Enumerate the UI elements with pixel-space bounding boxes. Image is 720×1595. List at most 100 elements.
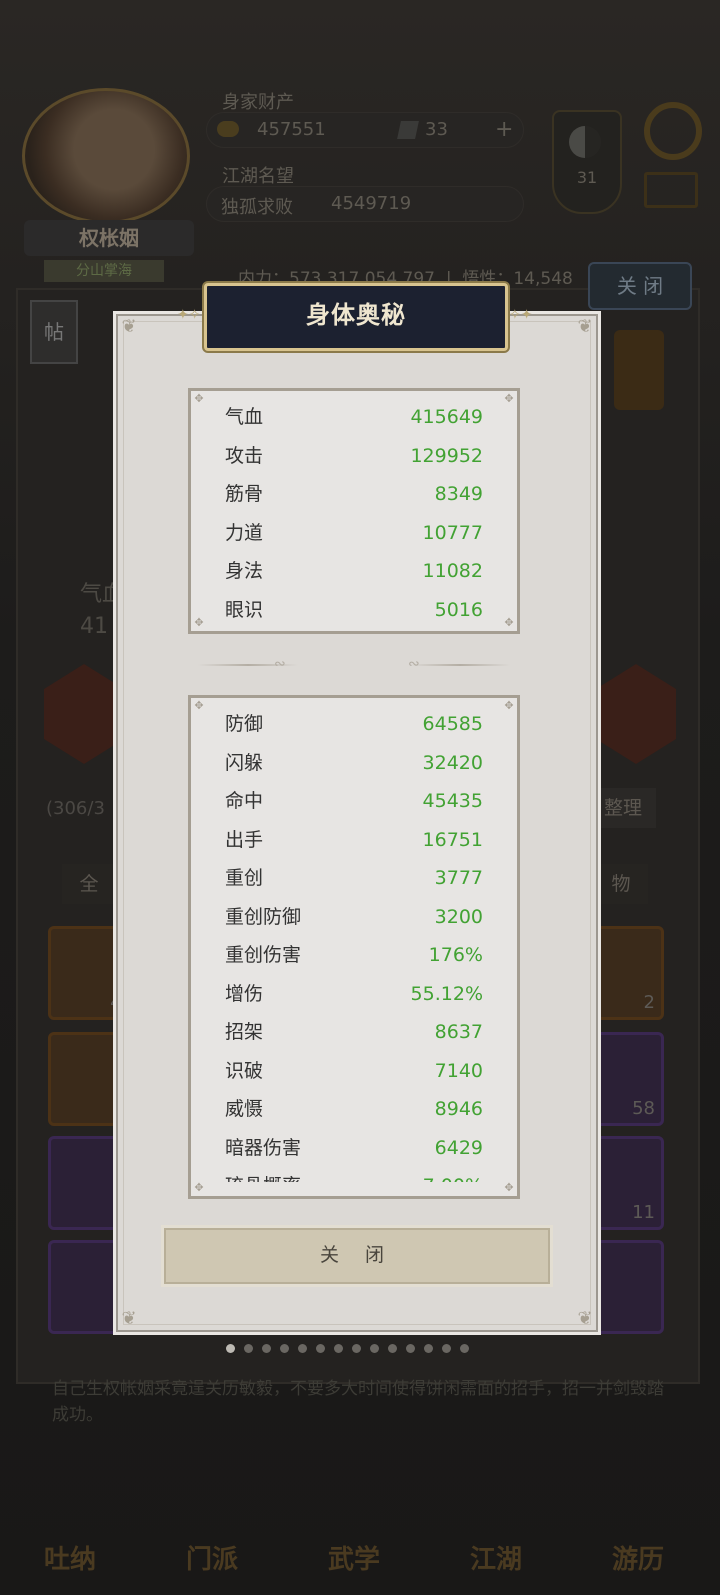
silver-icon (217, 121, 239, 137)
stat-label: 识破 (225, 1059, 264, 1082)
page-dot[interactable] (298, 1344, 307, 1353)
stat-label: 眼识 (225, 598, 264, 621)
page-dot[interactable] (334, 1344, 343, 1353)
stat-value: 11082 (422, 560, 483, 582)
stat-row: 身法 11082 (225, 552, 483, 590)
corner-ornament: ❦ (577, 316, 593, 337)
filter-all-tab[interactable]: 全 (62, 864, 116, 904)
stat-value: 32420 (422, 751, 483, 774)
stat-row: 重创 3777 (225, 859, 483, 897)
stat-row: 命中 45435 (225, 782, 483, 820)
divider-ornament: ∾ (274, 656, 286, 672)
corner-ornament: ❦ (121, 1308, 137, 1329)
stat-label: 出手 (225, 828, 264, 851)
primary-stats-box: ✥ ✥ ✥ ✥ 气血 415649 攻击 129952 筋骨 8349 力道 10777 身法 1… (188, 388, 520, 634)
stat-value: 7.00% (423, 1167, 483, 1182)
dialog-title: 身体奥秘 (306, 301, 406, 329)
page-dot[interactable] (460, 1344, 469, 1353)
close-top-button[interactable]: 关 闭 (588, 262, 692, 310)
box-corner: ✥ (504, 392, 514, 405)
nav-menpai[interactable]: 门派 (162, 1462, 262, 1582)
page-dot[interactable] (442, 1344, 451, 1353)
page-dot[interactable] (280, 1344, 289, 1353)
page-dot[interactable] (262, 1344, 271, 1353)
stat-row: 力道 10777 (225, 514, 483, 552)
stat-value: 176% (428, 944, 483, 966)
player-avatar[interactable] (22, 88, 190, 224)
stat-row: 重创伤害 176% (225, 936, 483, 974)
stat-value: 6429 (434, 1136, 483, 1159)
page-dot[interactable] (370, 1344, 379, 1353)
stat-label: 重创 (225, 867, 264, 889)
page-dot[interactable] (424, 1344, 433, 1353)
page-indicator (226, 1338, 496, 1353)
page-dot[interactable] (226, 1344, 235, 1353)
stat-label: 招架 (225, 1021, 264, 1043)
secondary-stats-box[interactable]: ✥ ✥ ✥ ✥ 防御 64585 闪躲 32420 命中 45435 出手 16751 重创 37… (188, 695, 520, 1199)
page-dot[interactable] (316, 1344, 325, 1353)
page-dot[interactable] (352, 1344, 361, 1353)
nav-jianghu[interactable]: 江湖 (446, 1462, 546, 1582)
stat-value: 3200 (434, 905, 483, 928)
stat-row: 暗器伤害 6429 (225, 1129, 483, 1167)
stat-label: 重创防御 (225, 905, 302, 928)
page-dot[interactable] (244, 1344, 253, 1353)
stat-row: 眼识 5016 (225, 591, 483, 629)
box-corner: ✥ (194, 392, 204, 405)
player-name: 权枨姻 (24, 220, 194, 256)
nav-wuxue[interactable]: 武学 (304, 1462, 404, 1582)
stat-row: 识破 7140 (225, 1052, 483, 1090)
stat-value: 5016 (434, 598, 483, 621)
box-corner: ✥ (504, 699, 514, 712)
stat-row: 闪躲 32420 (225, 744, 483, 782)
stat-value: 8349 (434, 483, 483, 505)
post-button[interactable]: 帖 (30, 300, 78, 364)
box-corner: ✥ (194, 616, 204, 629)
stat-label: 琉骨概率 (225, 1167, 301, 1182)
stat-value: 415649 (410, 406, 483, 428)
stat-value: 64585 (422, 713, 483, 735)
stat-value: 8946 (434, 1098, 483, 1120)
lantern-icon[interactable] (614, 330, 664, 410)
stat-value: 8637 (434, 1021, 483, 1043)
stat-label: 命中 (225, 790, 264, 812)
page-dot[interactable] (406, 1344, 415, 1353)
reputation-rank: 独孤求败 (221, 197, 293, 218)
stat-row: 气血 415649 (225, 398, 483, 436)
stat-label: 身法 (225, 560, 264, 582)
settings-gear-icon[interactable] (644, 102, 702, 160)
taiji-badge[interactable]: 31 (552, 110, 622, 214)
taiji-icon (569, 126, 601, 158)
side-stat-value: 41 (80, 614, 108, 639)
nav-tuna[interactable]: 吐纳 (20, 1462, 120, 1582)
stat-value: 7140 (434, 1059, 483, 1082)
stat-label: 防御 (225, 713, 264, 735)
silver-amount: 457551 (257, 119, 326, 140)
nav-youli[interactable]: 游历 (588, 1462, 688, 1582)
stat-value: 10777 (422, 521, 483, 544)
filter-item-tab[interactable]: 物 (594, 864, 648, 904)
stat-label: 攻击 (225, 444, 264, 467)
stat-value: 16751 (422, 828, 483, 851)
mail-icon[interactable] (644, 172, 698, 208)
stat-label: 筋骨 (225, 483, 264, 505)
title-wing-left: ✦✧ (177, 307, 201, 323)
assets-label: 身家财产 (222, 92, 294, 113)
secondary-stat-viewport: 防御 64585 闪躲 32420 命中 45435 出手 16751 重创 3777 重创防御 32… (191, 698, 517, 1182)
page-dot[interactable] (388, 1344, 397, 1353)
stat-label: 力道 (225, 521, 264, 544)
corner-ornament: ❦ (577, 1308, 593, 1329)
currency-bar: 457551 33 + (206, 112, 524, 148)
stat-row: 增伤 55.12% (225, 975, 483, 1013)
stat-row: 出手 16751 (225, 821, 483, 859)
stat-row: 招架 8637 (225, 1013, 483, 1051)
stat-label: 增伤 (225, 982, 264, 1005)
wuxing-value: 14,548 (513, 269, 573, 289)
stat-row: 筋骨 8349 (225, 475, 483, 513)
dialog-title-plate: ✦✧ 身体奥秘 ✧✦ (177, 283, 532, 351)
close-button[interactable]: 关 闭 (164, 1228, 550, 1284)
plus-icon[interactable]: + (495, 117, 513, 142)
item-description: 自己生权帐姻采竟逞关历敏毅，不要多大时间使得饼闲需面的招手，招一并剑毁踏成功。 (52, 1379, 664, 1425)
stat-value: 129952 (410, 444, 483, 467)
stat-label: 重创伤害 (225, 944, 302, 966)
